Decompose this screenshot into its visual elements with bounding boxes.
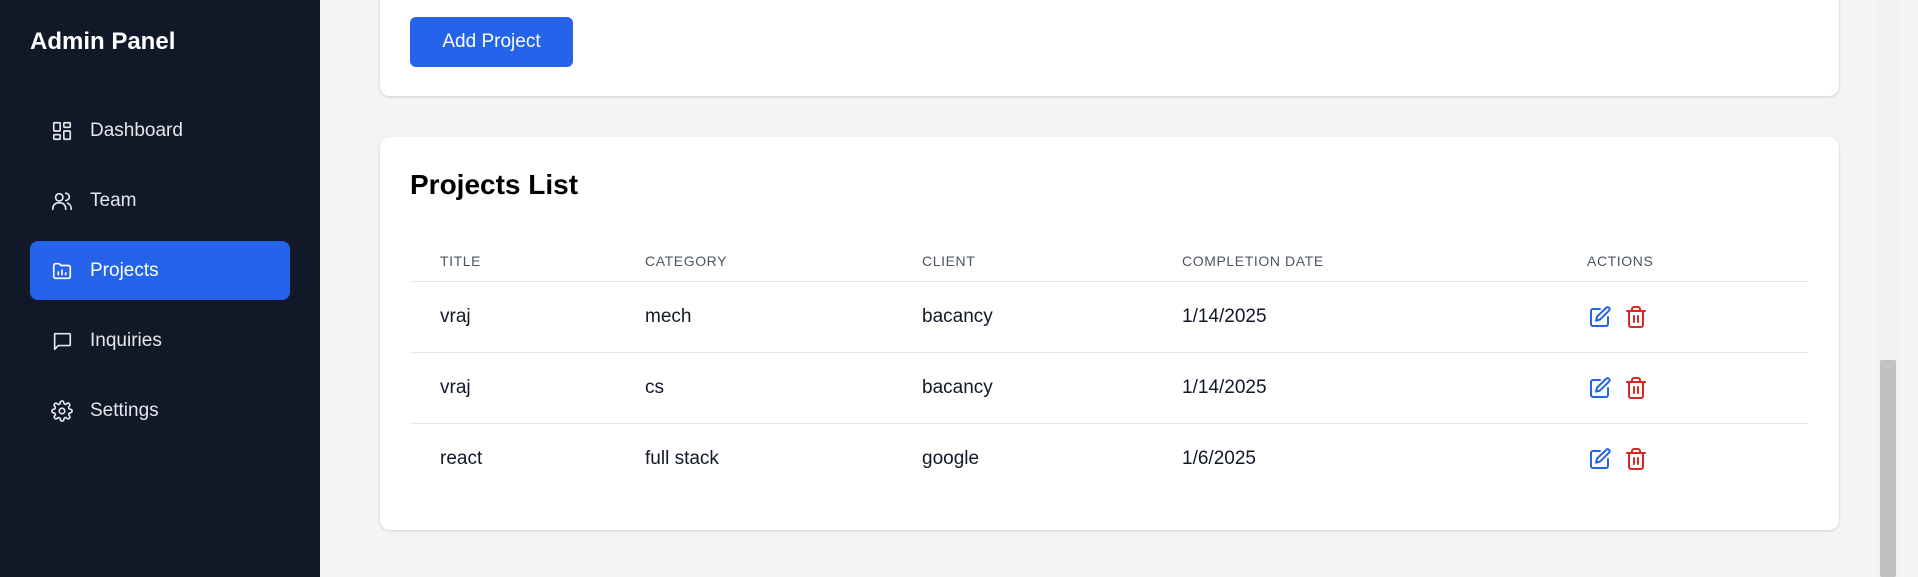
table-row: vraj cs bacancy 1/14/2025 [410, 352, 1808, 424]
table-row: vraj mech bacancy 1/14/2025 [410, 281, 1808, 353]
cell-completion-date: 1/14/2025 [1152, 281, 1557, 353]
sidebar-item-inquiries[interactable]: Inquiries [30, 311, 290, 370]
edit-icon[interactable] [1587, 446, 1613, 472]
trash-icon[interactable] [1623, 375, 1649, 401]
trash-icon[interactable] [1623, 446, 1649, 472]
cell-title: react [440, 447, 483, 469]
sidebar: Admin Panel Dashboard Team Projects Inqu… [0, 0, 320, 577]
page-title: Projects List [410, 169, 579, 200]
sidebar-item-label: Team [90, 189, 137, 211]
brand-title: Admin Panel [30, 28, 176, 55]
sidebar-item-label: Settings [90, 399, 159, 421]
add-project-button[interactable]: Add Project [410, 17, 573, 67]
cell-title: vraj [410, 281, 615, 353]
column-header-title: TITLE [410, 241, 615, 282]
sidebar-nav: Dashboard Team Projects Inquiries Settin… [30, 101, 290, 451]
column-header-client: CLIENT [892, 241, 1152, 282]
scrollbar-thumb[interactable] [1880, 360, 1896, 577]
cell-completion-date: 1/6/2025 [1182, 447, 1256, 469]
column-header-actions: ACTIONS [1557, 241, 1808, 282]
cell-category: full stack [645, 447, 719, 469]
sidebar-item-label: Projects [90, 259, 159, 281]
main-content: Add Project Projects List TITLE CATEGORY… [320, 0, 1898, 577]
cell-client: bacancy [892, 281, 1152, 353]
table-header-row: TITLE CATEGORY CLIENT COMPLETION DATE AC… [410, 241, 1808, 282]
cell-actions [1557, 281, 1808, 353]
row-actions [1587, 446, 1808, 472]
sidebar-item-team[interactable]: Team [30, 171, 290, 230]
gear-icon [50, 399, 74, 423]
column-header-category: CATEGORY [615, 241, 892, 282]
message-square-icon [50, 329, 74, 353]
sidebar-item-projects[interactable]: Projects [30, 241, 290, 300]
add-project-card: Add Project [380, 0, 1839, 96]
app-root: Admin Panel Dashboard Team Projects Inqu… [0, 0, 1918, 577]
cell-completion-date: 1/14/2025 [1152, 352, 1557, 424]
sidebar-item-label: Dashboard [90, 119, 183, 141]
column-header-completion-date: COMPLETION DATE [1152, 241, 1557, 282]
cell-client: bacancy [892, 352, 1152, 424]
sidebar-item-label: Inquiries [90, 329, 162, 351]
cell-category: cs [615, 352, 892, 424]
cell-category: mech [615, 281, 892, 353]
row-actions [1587, 304, 1808, 330]
projects-list-card: Projects List TITLE CATEGORY CLIENT COMP… [380, 137, 1839, 530]
users-icon [50, 189, 74, 213]
scrollbar-track[interactable] [1878, 0, 1898, 577]
table-row: react full stack google 1/6/2025 [410, 423, 1808, 494]
cell-client: google [922, 447, 980, 469]
folder-chart-icon [50, 259, 74, 283]
edit-icon[interactable] [1587, 304, 1613, 330]
sidebar-item-settings[interactable]: Settings [30, 381, 290, 440]
cell-title: vraj [410, 352, 615, 424]
sidebar-item-dashboard[interactable]: Dashboard [30, 101, 290, 160]
projects-table: TITLE CATEGORY CLIENT COMPLETION DATE AC… [410, 241, 1808, 494]
edit-icon[interactable] [1587, 375, 1613, 401]
trash-icon[interactable] [1623, 304, 1649, 330]
cell-actions [1557, 352, 1808, 424]
row-actions [1587, 375, 1808, 401]
cell-actions [1557, 423, 1808, 494]
dashboard-icon [50, 119, 74, 143]
